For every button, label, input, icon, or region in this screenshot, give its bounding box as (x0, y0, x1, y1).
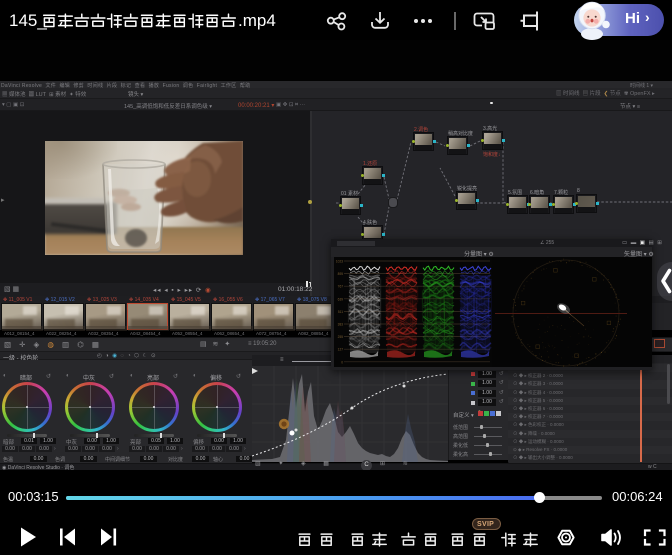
svg-text:0: 0 (341, 360, 343, 364)
svg-text:511: 511 (338, 310, 343, 314)
svg-text:383: 383 (338, 323, 344, 327)
svg-text:767: 767 (338, 285, 344, 289)
svg-text:127: 127 (338, 348, 344, 352)
svg-text:1023: 1023 (336, 260, 343, 264)
svg-text:895: 895 (338, 272, 344, 276)
svg-text:639: 639 (338, 297, 344, 301)
svg-text:255: 255 (338, 335, 344, 339)
